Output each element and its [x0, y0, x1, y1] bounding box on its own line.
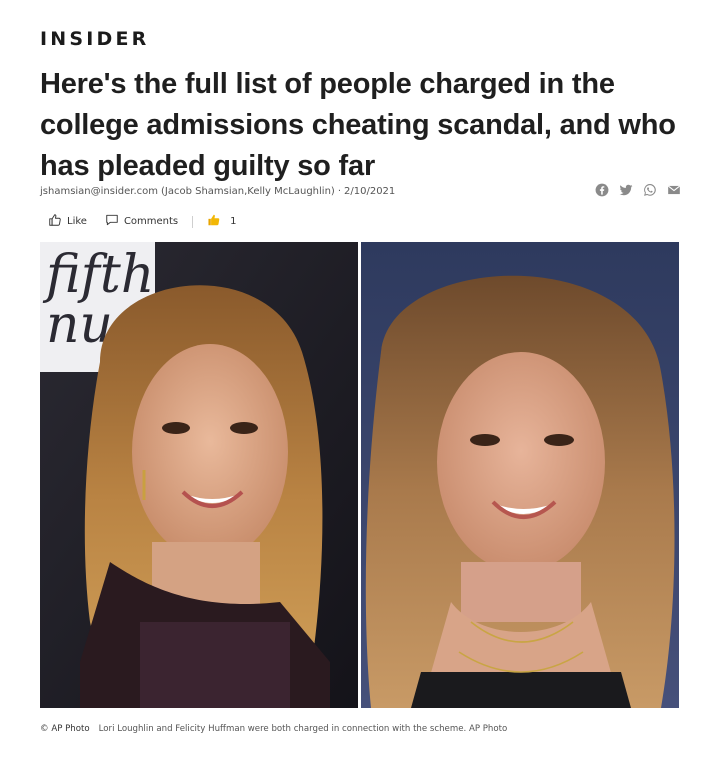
reaction-count-button[interactable]: 1	[207, 213, 237, 230]
action-divider	[192, 215, 194, 228]
comments-button[interactable]: Comments	[105, 213, 178, 230]
share-bar	[595, 183, 681, 197]
like-label: Like	[67, 216, 87, 227]
hero-photos: fifth nu	[40, 242, 679, 708]
publish-date: 2/10/2021	[344, 186, 396, 197]
thumbs-up-outline-icon	[48, 213, 62, 230]
photo-lori-loughlin[interactable]: fifth nu	[40, 242, 358, 708]
article-page: INSIDER Here's the full list of people c…	[0, 0, 711, 760]
brand-logo[interactable]: INSIDER	[40, 28, 150, 50]
byline: jshamsian@insider.com (Jacob Shamsian,Ke…	[40, 186, 395, 197]
byline-separator: ·	[337, 186, 341, 197]
twitter-icon[interactable]	[619, 183, 633, 197]
author-email[interactable]: jshamsian@insider.com	[40, 186, 158, 197]
caption-text: Lori Loughlin and Felicity Huffman were …	[98, 724, 508, 734]
whatsapp-icon[interactable]	[643, 183, 657, 197]
article-title: Here's the full list of people charged i…	[40, 68, 676, 182]
author-names: (Jacob Shamsian,Kelly McLaughlin)	[160, 186, 335, 197]
email-icon[interactable]	[667, 183, 681, 197]
photo-caption: © AP Photo Lori Loughlin and Felicity Hu…	[40, 724, 507, 734]
photo-credit: © AP Photo	[40, 724, 90, 734]
photo-felicity-huffman[interactable]	[361, 242, 679, 708]
thumbs-up-emoji-icon	[207, 213, 221, 230]
comments-label: Comments	[123, 216, 179, 227]
like-button[interactable]: Like	[48, 213, 87, 230]
reaction-bar: Like Comments 1	[48, 213, 237, 230]
reaction-count: 1	[230, 216, 237, 227]
facebook-icon[interactable]	[595, 183, 609, 197]
comment-icon	[105, 213, 119, 230]
